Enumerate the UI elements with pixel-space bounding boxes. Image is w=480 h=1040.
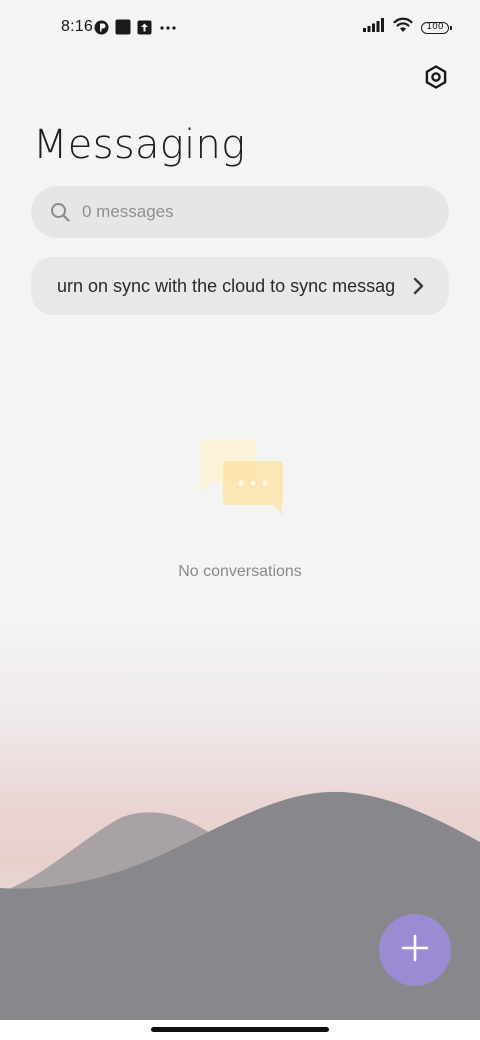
battery-icon: 100 [421, 21, 452, 34]
plus-icon [401, 934, 429, 967]
status-bar: 8:16 100 [0, 0, 480, 56]
upload-icon [137, 20, 152, 40]
search-bar[interactable]: 0 messages [31, 186, 449, 238]
sync-banner-text: urn on sync with the cloud to sync messa… [57, 276, 396, 296]
status-right-icons: 100 [363, 17, 452, 38]
search-icon [49, 201, 71, 223]
status-notification-icons [94, 19, 178, 40]
sync-text-clip: urn on sync with the cloud to sync messa… [57, 257, 423, 315]
messaging-screen: 8:16 100 Messaging 0 messages urn on syn… [0, 0, 480, 1040]
search-placeholder: 0 messages [82, 202, 174, 221]
home-indicator[interactable] [151, 1027, 329, 1032]
signal-icon [363, 18, 385, 37]
navigation-bar [0, 1020, 480, 1040]
chat-bubbles-icon [195, 435, 287, 517]
more-dots-icon [158, 20, 178, 40]
status-time: 8:16 [61, 18, 93, 35]
page-title: Messaging [33, 122, 246, 168]
settings-button[interactable] [420, 63, 452, 95]
notification-dot-icon [94, 20, 109, 40]
settings-hexagon-icon [423, 64, 449, 95]
battery-level: 100 [426, 22, 444, 32]
wifi-icon [393, 17, 413, 38]
sync-banner[interactable]: urn on sync with the cloud to sync messa… [31, 257, 449, 315]
square-app-icon [115, 19, 131, 40]
empty-state-text: No conversations [178, 563, 302, 580]
chevron-right-icon [411, 277, 425, 295]
new-message-button[interactable] [379, 914, 451, 986]
